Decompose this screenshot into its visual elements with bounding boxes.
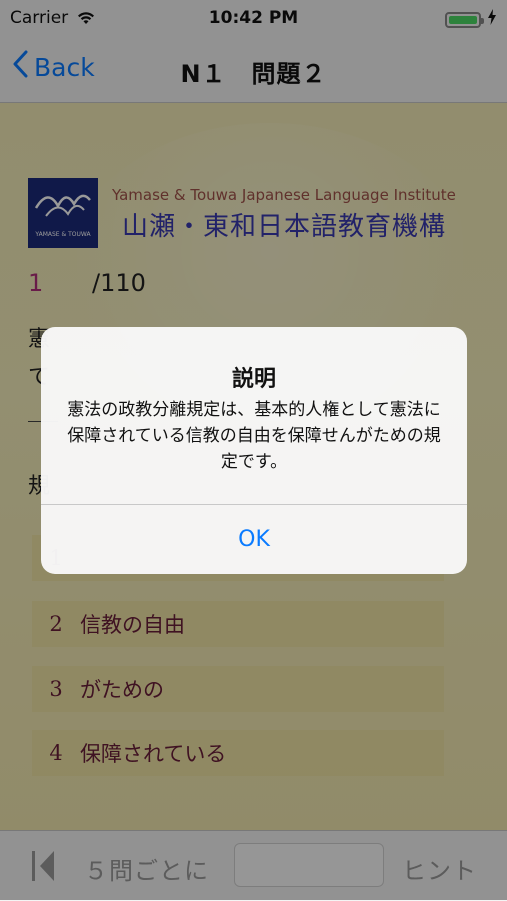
explanation-alert: 説明 憲法の政教分離規定は、基本的人権として憲法に保障されている信教の自由を保障… [41, 327, 467, 574]
alert-message: 憲法の政教分離規定は、基本的人権として憲法に保障されている信教の自由を保障せんが… [67, 400, 441, 472]
ok-button[interactable]: OK [41, 505, 467, 574]
alert-title: 説明 [231, 367, 276, 392]
